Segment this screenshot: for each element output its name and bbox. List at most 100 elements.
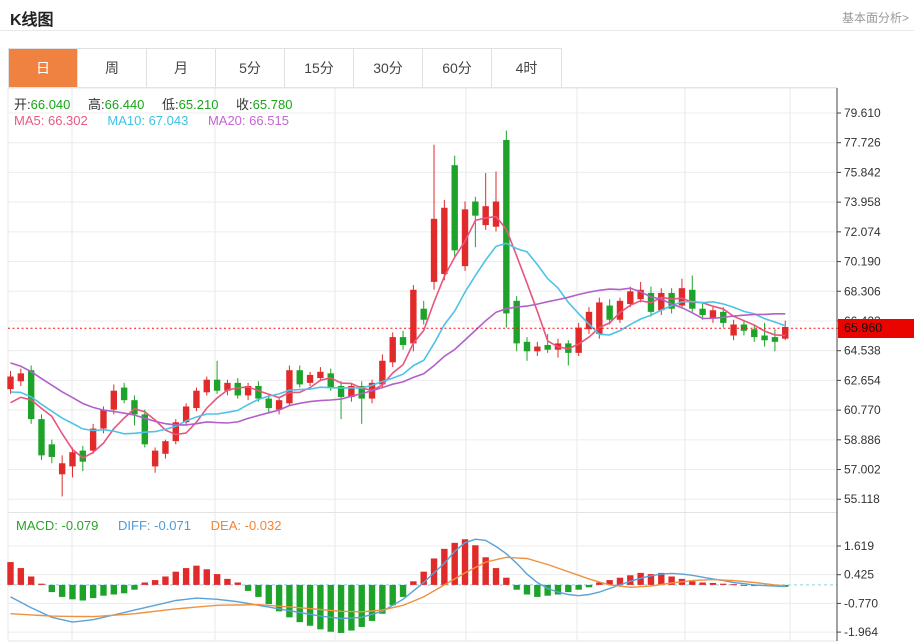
macd-bar [358, 584, 365, 627]
candle [7, 376, 14, 390]
y-axis-label: 1.619 [844, 539, 874, 553]
candle [131, 400, 138, 415]
candle [286, 370, 293, 404]
macd-bar [575, 584, 582, 590]
candle [575, 327, 582, 353]
candle [492, 201, 500, 227]
candle [327, 373, 334, 388]
macd-bar [255, 584, 262, 597]
ma5-line [10, 215, 786, 459]
y-axis-label: 0.425 [844, 568, 874, 582]
candle [120, 387, 128, 401]
candle [472, 201, 479, 216]
candle [751, 329, 758, 338]
macd-bar [58, 584, 66, 597]
macd-bar [275, 584, 283, 612]
candle [69, 452, 76, 467]
macd-bar [224, 578, 231, 585]
macd-bar [348, 584, 355, 631]
candle [627, 291, 634, 304]
macd-bar [740, 584, 748, 586]
macd-bar [306, 584, 314, 626]
macd-bar [162, 576, 169, 585]
candle [58, 463, 66, 475]
y-axis-label: 55.118 [844, 492, 880, 506]
y-axis-label: 64.538 [844, 344, 881, 358]
macd-bar [399, 584, 407, 597]
candle [89, 428, 97, 451]
candle [275, 400, 283, 410]
macd-bar [234, 582, 241, 585]
y-axis-label: 72.074 [844, 225, 881, 239]
ma10-line [10, 242, 786, 435]
candle [689, 289, 696, 309]
close-label: 收: [236, 97, 253, 112]
macd-bar [720, 583, 727, 585]
macd-bar [27, 576, 35, 585]
macd-bar [48, 584, 56, 593]
candle [771, 337, 779, 342]
macd-value: MACD: -0.079 [16, 518, 99, 533]
macd-bar [100, 584, 107, 596]
macd-bar [244, 584, 252, 591]
macd-bar [534, 584, 541, 597]
y-axis-label: 70.190 [844, 255, 881, 269]
candle [544, 344, 551, 350]
candle [606, 305, 613, 320]
candle [48, 444, 56, 457]
macd-bar [699, 582, 706, 585]
ma-legend: MA5: 66.302 MA10: 67.043 MA20: 66.515 [14, 113, 289, 128]
candle [410, 289, 417, 344]
macd-bar [286, 584, 293, 618]
diff-value: DIFF: -0.071 [118, 518, 192, 533]
macd-bar [79, 584, 87, 601]
candle [399, 337, 407, 345]
macd-bar [203, 569, 210, 585]
macd-bar [441, 548, 448, 585]
macd-bar [172, 571, 179, 585]
macd-bar [151, 580, 159, 585]
macd-bar [193, 565, 200, 585]
low-value: 65.210 [178, 97, 219, 112]
ma5-legend: MA5: 66.302 [14, 113, 88, 128]
macd-bar [709, 582, 717, 585]
open-label: 开: [14, 97, 31, 112]
macd-bar [141, 582, 148, 585]
candle [213, 379, 221, 391]
macd-bar [461, 539, 469, 585]
candle [151, 450, 159, 467]
ohlc-legend: 开:66.040 高:66.440 低:65.210 收:65.780 [14, 94, 306, 113]
candle [100, 409, 107, 429]
candle [420, 308, 427, 320]
macd-bar [585, 584, 593, 588]
y-axis-label: -1.964 [844, 625, 878, 639]
candle [761, 335, 768, 341]
candle [27, 370, 35, 420]
candle [317, 371, 324, 379]
y-axis-label: 57.002 [844, 463, 881, 477]
macd-bar [182, 568, 190, 585]
high-value: 66.440 [104, 97, 145, 112]
candle [534, 346, 541, 352]
candle [709, 310, 717, 319]
macd-bar [503, 577, 510, 585]
macd-bar [7, 562, 14, 585]
candle [110, 390, 117, 410]
candle [193, 390, 200, 409]
macd-bar [337, 584, 345, 633]
candle [203, 379, 210, 393]
candle [306, 374, 314, 383]
macd-bar [410, 581, 417, 585]
ma10-legend: MA10: 67.043 [107, 113, 189, 128]
macd-bar [492, 568, 500, 585]
low-label: 低: [162, 97, 179, 112]
y-axis-label: -0.770 [844, 596, 878, 610]
macd-bar [389, 584, 396, 606]
macd-bar [472, 545, 479, 585]
macd-bar [513, 584, 520, 590]
macd-bar [730, 584, 737, 586]
macd-legend: MACD: -0.079 DIFF: -0.071 DEA: -0.032 [16, 518, 281, 533]
candle [730, 324, 737, 336]
macd-bar [17, 568, 25, 585]
macd-bar [523, 584, 531, 595]
